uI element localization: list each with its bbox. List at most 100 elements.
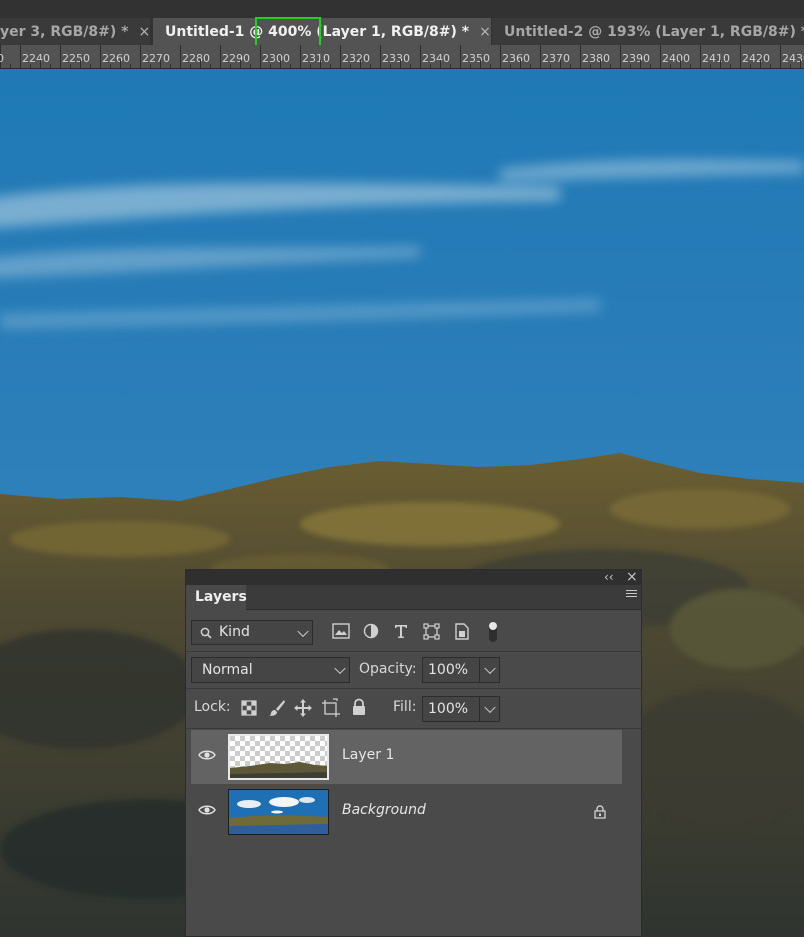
layer-row-layer-1[interactable]: Layer 1 [191, 730, 622, 784]
ruler-minor-tick [160, 60, 161, 68]
ruler-minor-tick [150, 64, 151, 68]
fill-label: Fill: [393, 699, 417, 715]
ruler-minor-tick [510, 64, 511, 68]
close-panel-icon[interactable]: × [626, 570, 638, 585]
ruler-minor-tick [120, 60, 121, 68]
panel-title-bar[interactable]: ‹‹ × [186, 570, 641, 585]
lock-transparent-pixels-icon[interactable] [241, 700, 257, 716]
ruler-minor-tick [440, 60, 441, 68]
shape-layer-filter-icon[interactable] [423, 623, 440, 640]
filter-toggle-switch-icon[interactable] [487, 620, 499, 644]
adjustment-layer-filter-icon[interactable] [363, 623, 379, 639]
blend-mode-dropdown[interactable]: Normal [191, 657, 350, 683]
ruler-minor-tick [250, 64, 251, 68]
layer-locked-icon[interactable] [594, 805, 606, 819]
ruler-label: 2270 [142, 52, 170, 65]
ruler-tick [580, 45, 581, 68]
horizontal-ruler[interactable]: 0 2240 2250 2260 2270 2280 2290 2300 2310 2320 233… [0, 45, 804, 69]
layer-thumbnail [228, 789, 329, 835]
ruler-minor-tick [480, 60, 481, 68]
panel-tab-row: Layers [186, 585, 641, 610]
ruler-minor-tick [30, 64, 31, 68]
document-tab-bar: yer 3, RGB/8#) * × Untitled-1 @ 400% (La… [0, 0, 804, 48]
ruler-minor-tick [110, 64, 111, 68]
ruler-tick [660, 45, 661, 68]
visibility-eye-icon[interactable] [198, 804, 216, 816]
fill-slider-button[interactable] [479, 697, 499, 721]
tab-close-icon[interactable]: × [138, 24, 150, 40]
ruler-minor-tick [650, 64, 651, 68]
lock-row: Lock: Fill: 100% [186, 689, 641, 729]
opacity-field[interactable]: 100% [422, 657, 500, 683]
ruler-tick [420, 45, 421, 68]
collapse-panel-icon[interactable]: ‹‹ [604, 570, 614, 585]
ruler-tick [460, 45, 461, 68]
opacity-slider-button[interactable] [479, 658, 499, 682]
ruler-label: 2240 [22, 52, 50, 65]
ruler-tick [780, 45, 781, 68]
lock-position-move-icon[interactable] [293, 698, 313, 718]
layer-thumbnail [228, 734, 329, 780]
tab-layers[interactable]: Layers [186, 585, 247, 610]
tab-untitled-2[interactable]: Untitled-2 @ 193% (Layer 1, RGB/8#) * × [492, 18, 804, 45]
search-icon [200, 627, 212, 639]
ruler-minor-tick [280, 60, 281, 68]
tab-layer-3-doc[interactable]: yer 3, RGB/8#) * × [0, 18, 150, 45]
ruler-label: 2290 [222, 52, 250, 65]
layer-row-background[interactable]: Background [191, 785, 622, 839]
ruler-minor-tick [520, 60, 521, 68]
ruler-minor-tick [390, 64, 391, 68]
blend-mode-row: Normal Opacity: 100% [186, 652, 641, 689]
ruler-minor-tick [130, 64, 131, 68]
ruler-minor-tick [760, 60, 761, 68]
ruler-label: 2380 [582, 52, 610, 65]
ruler-label: 2370 [542, 52, 570, 65]
fill-field[interactable]: 100% [422, 696, 500, 722]
tab-untitled-1[interactable]: Untitled-1 @ 400% (Layer 1, RGB/8#) * × [153, 18, 491, 45]
tab-title: Untitled-2 @ 193% (Layer 1, RGB/8#) * [504, 23, 804, 40]
tab-close-icon[interactable]: × [479, 24, 491, 40]
ruler-minor-tick [240, 60, 241, 68]
filter-kind-dropdown[interactable]: Kind [191, 620, 313, 645]
ruler-tick [620, 45, 621, 68]
ruler-minor-tick [570, 64, 571, 68]
ruler-minor-tick [350, 64, 351, 68]
ruler-minor-tick [270, 64, 271, 68]
visibility-eye-icon[interactable] [198, 749, 216, 761]
opacity-value[interactable]: 100% [428, 662, 468, 678]
ruler-label: 2250 [62, 52, 90, 65]
pixel-layer-filter-icon[interactable] [332, 623, 350, 639]
ruler-label: 2360 [502, 52, 530, 65]
ruler-minor-tick [670, 64, 671, 68]
ruler-minor-tick [430, 64, 431, 68]
layer-name[interactable]: Layer 1 [342, 747, 394, 763]
layers-panel: ‹‹ × Layers Kind Normal Opacity: 100% Lo… [185, 569, 642, 937]
opacity-label: Opacity: [359, 661, 417, 677]
ruler-tick [220, 45, 221, 68]
ruler-label: 2410 [702, 52, 730, 65]
lock-image-pixels-brush-icon[interactable] [268, 699, 286, 717]
ruler-minor-tick [410, 64, 411, 68]
ruler-minor-tick [10, 64, 11, 68]
ruler-minor-tick [610, 64, 611, 68]
lock-artboard-nesting-icon[interactable] [321, 698, 341, 718]
ruler-minor-tick [470, 64, 471, 68]
ruler-tick [500, 45, 501, 68]
ruler-minor-tick [600, 60, 601, 68]
ruler-label: 2300 [262, 52, 290, 65]
smart-object-filter-icon[interactable] [454, 623, 470, 640]
ruler-tick [740, 45, 741, 68]
layer-name[interactable]: Background [342, 802, 426, 818]
ruler-minor-tick [560, 60, 561, 68]
ruler-minor-tick [230, 64, 231, 68]
type-layer-filter-icon[interactable] [393, 623, 409, 639]
filter-row: Kind [186, 610, 641, 652]
ruler-minor-tick [550, 64, 551, 68]
fill-value[interactable]: 100% [428, 701, 468, 717]
lock-all-icon[interactable] [351, 698, 367, 716]
panel-menu-icon[interactable] [626, 590, 637, 599]
ruler-tick [260, 45, 261, 68]
ruler-minor-tick [40, 60, 41, 68]
ruler-minor-tick [640, 60, 641, 68]
ruler-minor-tick [320, 60, 321, 68]
